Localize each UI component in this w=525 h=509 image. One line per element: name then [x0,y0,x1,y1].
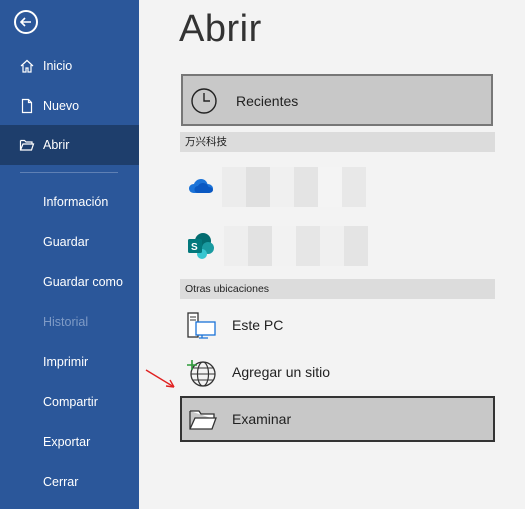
onedrive-location[interactable] [180,163,495,209]
recent-label: Recientes [236,93,299,109]
nav-item-guardar[interactable]: Guardar [0,222,139,262]
redacted-name [224,226,368,266]
nav-item-abrir[interactable]: Abrir [0,125,139,165]
nav-item-informacion[interactable]: Información [0,182,139,222]
home-icon [20,59,34,73]
location-label: Este PC [232,317,284,333]
location-label: Examinar [232,411,292,427]
recent-button[interactable]: Recientes [181,74,493,126]
add-place-icon [187,360,216,387]
location-label: Agregar un sitio [232,364,331,380]
nav-item-historial: Historial [0,302,139,342]
nav-label: Abrir [43,138,70,152]
redacted-name [222,167,366,207]
sharepoint-icon: S [188,233,214,259]
nav-item-exportar[interactable]: Exportar [0,422,139,462]
nav-label: Inicio [43,59,73,73]
nav-label: Exportar [43,435,91,449]
location-this-pc[interactable]: Este PC [180,302,495,348]
nav-item-cerrar[interactable]: Cerrar [0,462,139,502]
nav-item-compartir[interactable]: Compartir [0,382,139,422]
section-header-other: Otras ubicaciones [180,279,495,299]
new-document-icon [21,98,33,114]
open-folder-icon [19,139,35,151]
nav-item-imprimir[interactable]: Imprimir [0,342,139,382]
section-header-org: 万兴科技 [180,132,495,152]
red-arrow-icon [145,369,175,388]
nav-item-nuevo[interactable]: Nuevo [0,86,139,126]
sharepoint-location[interactable]: S [180,223,495,269]
sidebar-divider [20,172,118,173]
nav-label: Guardar [43,235,89,249]
nav-label: Historial [43,315,89,329]
open-pane: Abrir Recientes 万兴科技 S Otras ubicaciones… [139,0,525,509]
nav-label: Información [43,195,109,209]
clock-icon [191,88,217,114]
svg-text:S: S [191,242,198,253]
location-browse[interactable]: Examinar [180,396,495,442]
back-arrow-icon [19,17,31,27]
nav-label: Compartir [43,395,98,409]
nav-label: Nuevo [43,99,80,113]
nav-item-guardar-como[interactable]: Guardar como [0,262,139,302]
onedrive-icon [189,179,213,193]
backstage-sidebar: Inicio Nuevo Abrir Información Guardar G… [0,0,139,509]
page-title: Abrir [179,8,262,50]
nav-label: Imprimir [43,355,89,369]
back-button[interactable] [14,10,38,34]
nav-item-inicio[interactable]: Inicio [0,46,139,86]
this-pc-icon [187,312,216,339]
folder-icon [189,410,217,430]
location-add-place[interactable]: Agregar un sitio [180,349,495,395]
nav-label: Cerrar [43,475,79,489]
nav-label: Guardar como [43,275,123,289]
